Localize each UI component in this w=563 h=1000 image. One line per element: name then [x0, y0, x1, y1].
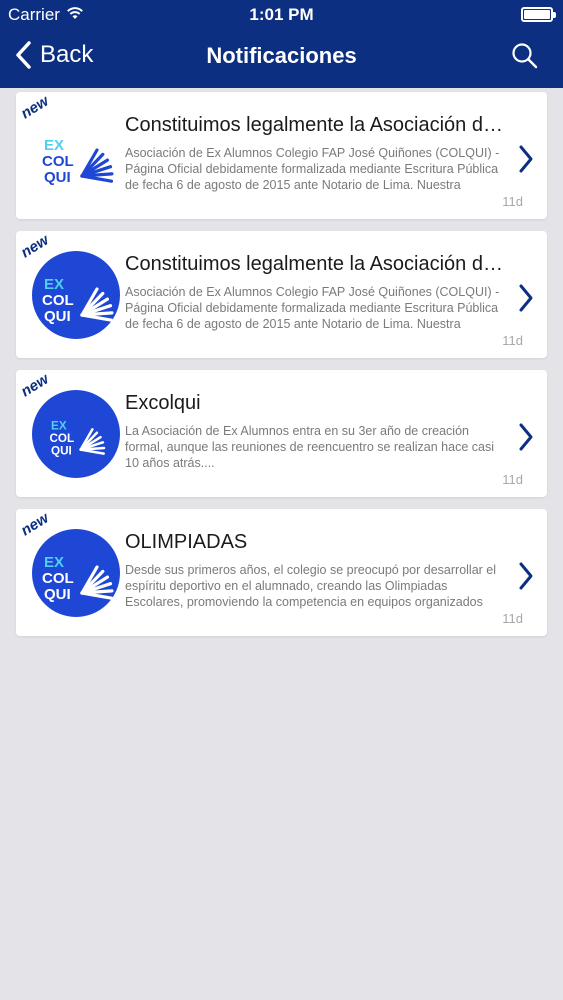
notification-age: 11d — [502, 333, 523, 348]
svg-text:QUI: QUI — [44, 169, 71, 186]
svg-text:COL: COL — [42, 570, 74, 587]
colqui-logo: EX COL QUI — [30, 527, 122, 619]
battery-icon — [521, 7, 556, 22]
colqui-logo: EX COL QUI — [30, 110, 122, 202]
notification-age: 11d — [502, 472, 523, 487]
colqui-logo: EX COL QUI — [30, 388, 122, 480]
notification-card[interactable]: new EX COL QUI OLIMPIADAS Desde sus primer… — [16, 509, 547, 636]
colqui-logo: EX COL QUI — [30, 249, 122, 341]
svg-text:COL: COL — [49, 432, 74, 445]
svg-text:COL: COL — [42, 153, 74, 170]
svg-text:QUI: QUI — [44, 586, 71, 603]
search-button[interactable] — [511, 42, 539, 75]
navigation-bar: Back Notificaciones — [0, 30, 563, 88]
notification-title: Excolqui — [125, 392, 201, 414]
notification-title: Constituimos legalmente la Asociación de… — [125, 114, 509, 136]
notification-title: OLIMPIADAS — [125, 531, 248, 553]
notification-description: Asociación de Ex Alumnos Colegio FAP Jos… — [125, 146, 500, 192]
svg-text:QUI: QUI — [44, 308, 71, 325]
notification-age: 11d — [502, 611, 523, 626]
notification-description: Asociación de Ex Alumnos Colegio FAP Jos… — [125, 285, 500, 331]
notification-age: 11d — [502, 194, 523, 209]
search-icon — [512, 43, 538, 69]
notification-card[interactable]: new EX COL QUI Constituimos legalmente la … — [16, 92, 547, 219]
svg-text:EX: EX — [44, 554, 64, 571]
svg-text:QUI: QUI — [51, 444, 72, 457]
notification-card[interactable]: new EX COL QUI Excolqui La Asociación de E… — [16, 370, 547, 497]
chevron-right-icon — [519, 145, 533, 173]
status-bar: Carrier 1:01 PM — [0, 0, 563, 30]
chevron-right-icon — [519, 562, 533, 590]
svg-text:EX: EX — [44, 276, 64, 293]
notification-list: new EX COL QUI Constituimos legalmente la … — [16, 92, 547, 648]
back-button[interactable]: Back — [14, 40, 93, 70]
chevron-right-icon — [519, 284, 533, 312]
top-bar: Carrier 1:01 PM Back Notificaciones — [0, 0, 563, 88]
status-time: 1:01 PM — [249, 5, 314, 24]
chevron-left-icon — [16, 41, 31, 69]
notification-description: Desde sus primeros años, el colegio se p… — [125, 563, 497, 609]
chevron-right-icon — [519, 423, 533, 451]
notification-title: Constituimos legalmente la Asociación de… — [125, 253, 509, 275]
svg-text:EX: EX — [44, 137, 64, 154]
notification-description: La Asociación de Ex Alumnos entra en su … — [125, 424, 494, 470]
svg-text:EX: EX — [51, 419, 67, 432]
back-label: Back — [40, 41, 94, 68]
svg-text:COL: COL — [42, 292, 74, 309]
notification-card[interactable]: new EX COL QUI Constituimos legalmente la … — [16, 231, 547, 358]
